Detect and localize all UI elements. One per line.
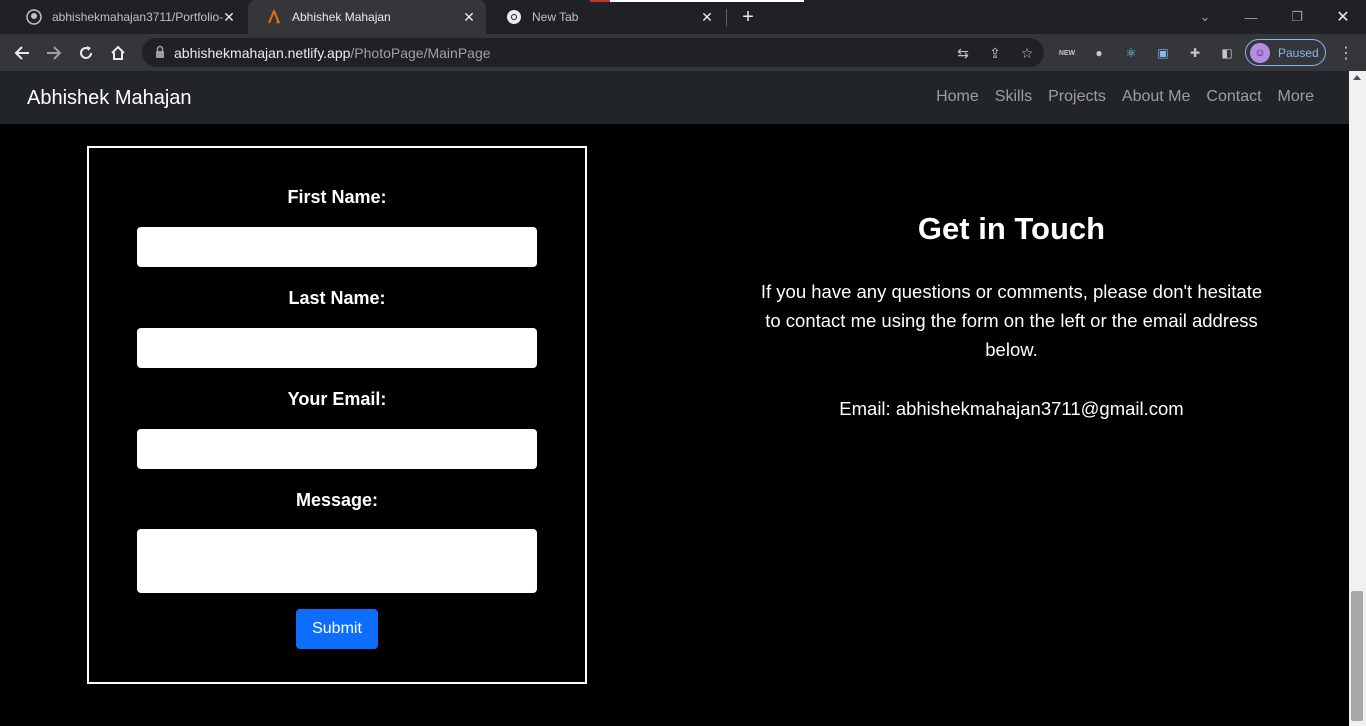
- message-textarea[interactable]: [137, 529, 537, 593]
- new-tab-button[interactable]: +: [736, 6, 760, 28]
- site-navbar: Abhishek Mahajan Home Skills Projects Ab…: [0, 71, 1349, 124]
- avatar: ☺: [1250, 42, 1270, 63]
- tab-strip: abhishekmahajan3711/Portfolio- ✕ Abhishe…: [0, 0, 1366, 34]
- close-window-button[interactable]: ✕: [1320, 0, 1366, 34]
- contact-form: First Name: Last Name: Your Email: Messa…: [87, 146, 587, 684]
- email-label: Your Email:: [287, 389, 387, 409]
- url-text: abhishekmahajan.netlify.app/PhotoPage/Ma…: [174, 45, 491, 61]
- extension-dropper-icon[interactable]: ●: [1089, 43, 1109, 63]
- reload-icon: [80, 46, 92, 59]
- scroll-up-arrow-icon[interactable]: [1353, 75, 1361, 80]
- nav-links: Home Skills Projects About Me Contact Mo…: [936, 88, 1314, 106]
- nav-link-about-me[interactable]: About Me: [1122, 88, 1190, 106]
- scrollbar-thumb[interactable]: [1351, 591, 1363, 721]
- profile-button[interactable]: ☺ Paused: [1245, 39, 1326, 66]
- chrome-icon: [506, 9, 522, 25]
- tab-title: Abhishek Mahajan: [292, 10, 391, 24]
- nav-link-skills[interactable]: Skills: [995, 88, 1032, 106]
- email-input[interactable]: [137, 429, 537, 469]
- menu-kebab-icon[interactable]: ⋮: [1336, 43, 1356, 63]
- contact-email: Email: abhishekmahajan3711@gmail.com: [839, 398, 1184, 419]
- tab-new-tab[interactable]: New Tab ✕: [488, 0, 724, 34]
- nav-link-home[interactable]: Home: [936, 88, 979, 106]
- url-host: abhishekmahajan.netlify.app: [174, 45, 351, 61]
- github-icon: [26, 9, 42, 25]
- tab-title: abhishekmahajan3711/Portfolio-: [52, 10, 224, 24]
- extensions-puzzle-icon[interactable]: ✚: [1185, 43, 1205, 63]
- lock-icon[interactable]: [152, 44, 168, 60]
- nav-link-contact[interactable]: Contact: [1206, 88, 1261, 106]
- nav-link-more[interactable]: More: [1278, 88, 1314, 106]
- forward-arrow-icon: [47, 46, 62, 60]
- close-tab-icon[interactable]: ✕: [698, 8, 716, 26]
- address-bar[interactable]: abhishekmahajan.netlify.app/PhotoPage/Ma…: [142, 38, 1044, 67]
- url-path: /PhotoPage/MainPage: [350, 45, 491, 61]
- first-name-input[interactable]: [137, 227, 537, 267]
- home-button[interactable]: [104, 39, 132, 67]
- restore-button[interactable]: ❐: [1274, 0, 1320, 34]
- page-scrollbar[interactable]: [1349, 71, 1366, 726]
- screen-capture-icon[interactable]: ▣: [1153, 43, 1173, 63]
- site-logo-icon: [266, 9, 282, 25]
- minimize-button[interactable]: —: [1228, 0, 1274, 34]
- share-icon[interactable]: ⇪: [986, 44, 1004, 62]
- site-brand[interactable]: Abhishek Mahajan: [27, 87, 192, 110]
- forward-button[interactable]: [40, 39, 68, 67]
- translate-icon[interactable]: ⇆: [954, 44, 972, 62]
- reload-button[interactable]: [72, 39, 100, 67]
- contact-heading: Get in Touch: [917, 211, 1106, 246]
- tab-github[interactable]: abhishekmahajan3711/Portfolio- ✕: [8, 0, 246, 34]
- first-name-label: First Name:: [287, 187, 387, 207]
- side-panel-icon[interactable]: ◧: [1217, 43, 1237, 63]
- close-tab-icon[interactable]: ✕: [220, 8, 238, 26]
- tab-search-icon[interactable]: ⌄: [1182, 0, 1228, 34]
- contact-info: Get in Touch If you have any questions o…: [760, 211, 1263, 420]
- contact-message: If you have any questions or comments, p…: [760, 281, 1263, 360]
- back-button[interactable]: [8, 39, 36, 67]
- tab-active[interactable]: Abhishek Mahajan ✕: [248, 0, 486, 34]
- tab-separator: [726, 9, 727, 26]
- nav-link-projects[interactable]: Projects: [1048, 88, 1106, 106]
- back-arrow-icon: [14, 46, 29, 60]
- extension-new-icon[interactable]: NEW: [1057, 43, 1077, 63]
- page-viewport: Abhishek Mahajan Home Skills Projects Ab…: [0, 71, 1349, 726]
- last-name-label: Last Name:: [288, 288, 386, 308]
- profile-status: Paused: [1278, 45, 1319, 60]
- submit-button[interactable]: Submit: [296, 609, 378, 649]
- bookmark-star-icon[interactable]: ☆: [1018, 44, 1036, 62]
- tab-title: New Tab: [532, 10, 579, 24]
- react-devtools-icon[interactable]: ⚛: [1121, 43, 1141, 63]
- close-tab-icon[interactable]: ✕: [460, 8, 478, 26]
- home-icon: [111, 45, 125, 60]
- browser-toolbar: abhishekmahajan.netlify.app/PhotoPage/Ma…: [0, 34, 1366, 71]
- last-name-input[interactable]: [137, 328, 537, 368]
- message-label: Message:: [295, 490, 379, 510]
